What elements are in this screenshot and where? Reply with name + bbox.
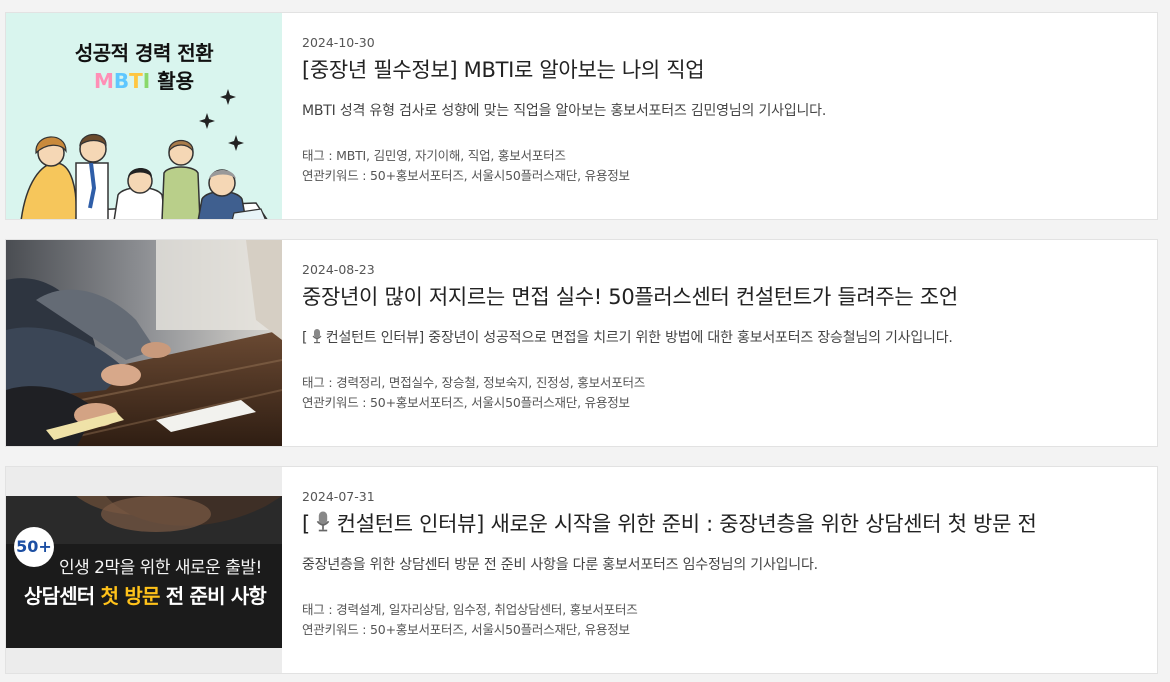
article-title[interactable]: 중장년이 많이 저지르는 면접 실수! 50플러스센터 컨설턴트가 들려주는 조… [302, 282, 1157, 312]
article-description: MBTI 성격 유형 검사로 성향에 맞는 직업을 알아보는 홍보서포터즈 김민… [302, 103, 827, 119]
article-content: 2024-10-30 [중장년 필수정보] MBTI로 알아보는 나의 직업 M… [282, 13, 1157, 219]
article-thumbnail[interactable]: 성공적 경력 전환 MBTI 활용 [6, 13, 282, 219]
article-thumbnail[interactable]: 50+ 인생 2막을 위한 새로운 출발! 상담센터 첫 방문 전 준비 사항 [6, 467, 282, 673]
article-card[interactable]: 성공적 경력 전환 MBTI 활용 2024-10-30 [중장년 필수정보] … [5, 12, 1158, 220]
article-date: 2024-07-31 [302, 489, 375, 504]
article-card[interactable]: 50+ 인생 2막을 위한 새로운 출발! 상담센터 첫 방문 전 준비 사항 … [5, 466, 1158, 674]
article-date: 2024-10-30 [302, 35, 375, 50]
article-content: 2024-07-31 [ 컨설턴트 인터뷰] 새로운 시작을 위한 준비 : 중… [282, 467, 1157, 673]
article-title[interactable]: [ 컨설턴트 인터뷰] 새로운 시작을 위한 준비 : 중장년층을 위한 상담센… [302, 509, 1157, 539]
microphone-icon [317, 511, 330, 532]
article-date: 2024-08-23 [302, 262, 375, 277]
article-thumbnail[interactable] [6, 240, 282, 446]
sparkle-icon [199, 89, 244, 151]
article-keywords: 연관키워드 : 50+홍보서포터즈, 서울시50플러스재단, 유용정보 [302, 395, 630, 410]
thumbnail-heading: 인생 2막을 위한 새로운 출발! [59, 558, 262, 578]
microphone-icon [312, 329, 321, 344]
thumbnail-subheading: 상담센터 첫 방문 전 준비 사항 [24, 584, 267, 608]
article-tags: 태그 : MBTI, 김민영, 자기이해, 직업, 홍보서포터즈 [302, 148, 566, 163]
office-workers-illustration [20, 89, 268, 219]
article-keywords: 연관키워드 : 50+홍보서포터즈, 서울시50플러스재단, 유용정보 [302, 622, 630, 637]
article-description: 중장년층을 위한 상담센터 방문 전 준비 사항을 다룬 홍보서포터즈 임수정님… [302, 557, 818, 573]
article-list: 성공적 경력 전환 MBTI 활용 2024-10-30 [중장년 필수정보] … [0, 0, 1170, 682]
article-tags: 태그 : 경력설계, 일자리상담, 임수정, 취업상담센터, 홍보서포터즈 [302, 602, 638, 617]
article-description: [ 컨설턴트 인터뷰] 중장년이 성공적으로 면접을 치르기 위한 방법에 대한… [302, 329, 953, 346]
article-content: 2024-08-23 중장년이 많이 저지르는 면접 실수! 50플러스센터 컨… [282, 240, 1157, 446]
meeting-photo [6, 240, 282, 446]
article-tags: 태그 : 경력정리, 면접실수, 장승철, 정보숙지, 진정성, 홍보서포터즈 [302, 375, 646, 390]
article-keywords: 연관키워드 : 50+홍보서포터즈, 서울시50플러스재단, 유용정보 [302, 168, 630, 183]
article-card[interactable]: 2024-08-23 중장년이 많이 저지르는 면접 실수! 50플러스센터 컨… [5, 239, 1158, 447]
fifty-plus-badge: 50+ [14, 527, 54, 567]
article-title[interactable]: [중장년 필수정보] MBTI로 알아보는 나의 직업 [302, 55, 1157, 85]
